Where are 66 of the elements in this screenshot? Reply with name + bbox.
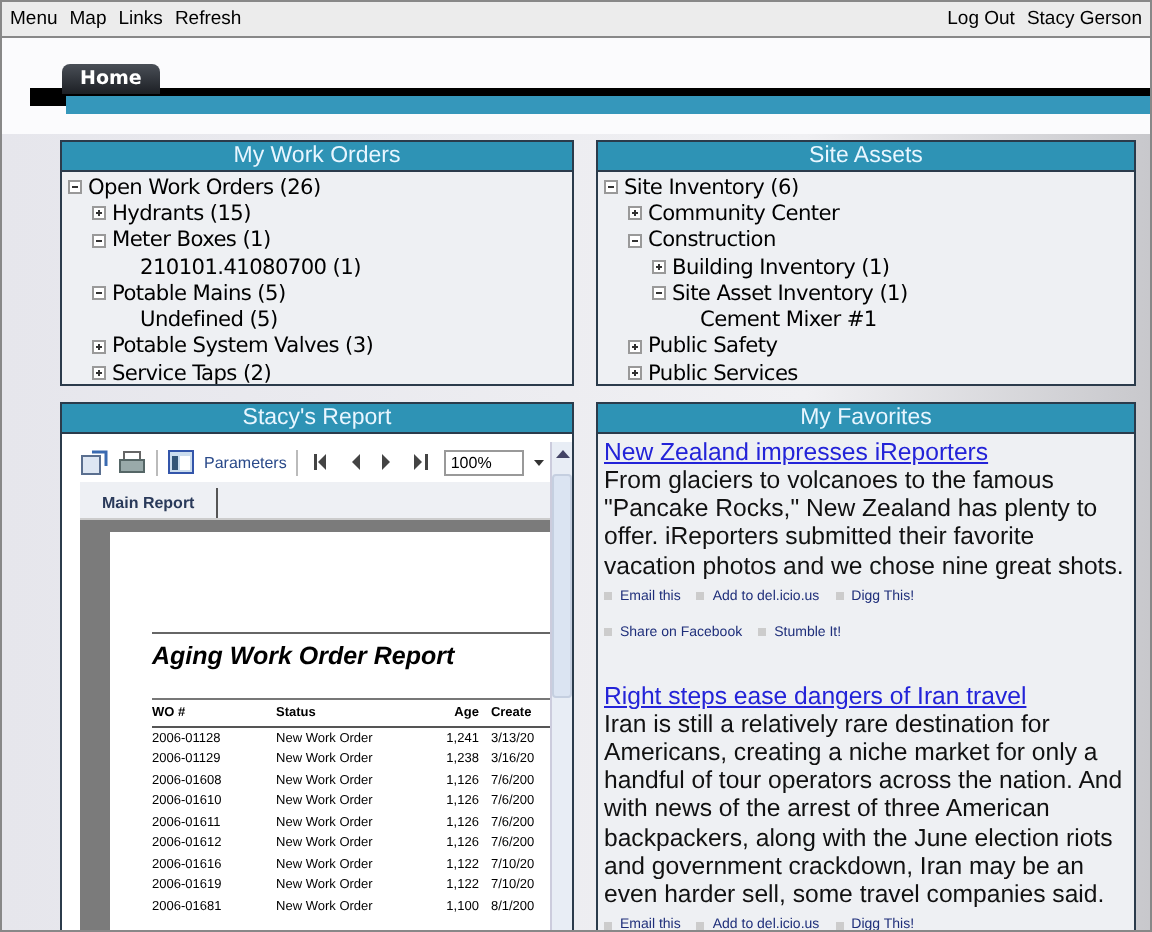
bullet-icon bbox=[696, 921, 705, 930]
bullet-icon bbox=[835, 592, 844, 601]
tree-item[interactable]: Meter Boxes (1) bbox=[112, 228, 271, 253]
menu-item[interactable]: Map bbox=[69, 8, 107, 30]
menu-item[interactable]: Refresh bbox=[174, 8, 242, 30]
next-page-icon[interactable] bbox=[382, 454, 393, 470]
collapse-icon[interactable] bbox=[652, 286, 666, 301]
tree-item[interactable]: Public Safety bbox=[648, 334, 778, 359]
collapse-icon[interactable] bbox=[628, 233, 642, 248]
headline-link[interactable]: New Zealand impresses iReporters bbox=[604, 438, 1128, 466]
tree-item[interactable]: Hydrants (15) bbox=[112, 201, 251, 226]
expand-icon[interactable] bbox=[628, 366, 642, 381]
export-icon[interactable] bbox=[80, 449, 108, 475]
collapse-icon[interactable] bbox=[68, 180, 82, 195]
panel-title: Stacy's Report bbox=[62, 404, 572, 434]
expand-icon[interactable] bbox=[92, 366, 106, 381]
tree-item[interactable]: Site Asset Inventory (1) bbox=[672, 281, 908, 306]
story-text: From glaciers to volcanoes to the famous "Pancake Rocks," New Zealand has plenty to offer. iReporters submitted their favorite vacation photos and we chose nine great shots. bbox=[604, 466, 1126, 580]
tree-item[interactable]: Community Center bbox=[648, 201, 840, 226]
bullet-icon bbox=[604, 628, 612, 637]
bullet-icon bbox=[758, 628, 767, 637]
menu-item[interactable]: Links bbox=[118, 8, 163, 30]
menu-item[interactable]: Menu bbox=[10, 8, 58, 30]
tree-item[interactable]: Potable System Valves (3) bbox=[112, 334, 374, 359]
panel-title: Site Assets bbox=[598, 142, 1134, 172]
headline-link[interactable]: Right steps ease dangers of Iran travel bbox=[604, 681, 1128, 710]
menu-item[interactable]: Stacy Gerson bbox=[1026, 8, 1142, 30]
scrollbar[interactable] bbox=[550, 442, 572, 930]
scroll-thumb[interactable] bbox=[552, 474, 572, 698]
tree-item[interactable]: Building Inventory (1) bbox=[672, 255, 890, 280]
panel-title: My Favorites bbox=[598, 404, 1134, 434]
tree-item[interactable]: Undefined (5) bbox=[140, 308, 278, 333]
menu-item[interactable]: Log Out bbox=[947, 8, 1015, 30]
expand-icon[interactable] bbox=[652, 260, 666, 275]
dropdown-caret-icon[interactable] bbox=[534, 459, 545, 465]
expand-icon[interactable] bbox=[628, 206, 642, 221]
tree-item[interactable]: Public Services bbox=[648, 361, 798, 384]
bullet-icon bbox=[604, 592, 612, 601]
parameters-button[interactable]: Parameters bbox=[204, 453, 287, 471]
zoom-field[interactable]: 100% bbox=[444, 449, 525, 475]
expand-icon[interactable] bbox=[92, 206, 106, 221]
first-page-icon[interactable] bbox=[314, 454, 329, 470]
tree-item[interactable]: Cement Mixer #1 bbox=[700, 308, 877, 333]
bullet-icon bbox=[604, 921, 612, 930]
tree-item[interactable]: Site Inventory (6) bbox=[624, 175, 799, 200]
bullet-icon bbox=[835, 921, 844, 930]
tree-item[interactable]: Potable Mains (5) bbox=[112, 281, 286, 306]
parameters-icon[interactable] bbox=[168, 450, 194, 474]
collapse-icon[interactable] bbox=[604, 180, 618, 195]
report-heading: Aging Work Order Report bbox=[152, 632, 550, 700]
scroll-up-icon[interactable] bbox=[555, 450, 569, 458]
collapse-icon[interactable] bbox=[92, 286, 106, 301]
tree-item[interactable]: Open Work Orders (26) bbox=[88, 175, 321, 200]
print-icon[interactable] bbox=[118, 450, 146, 474]
bullet-icon bbox=[696, 592, 705, 601]
tree-item[interactable]: Construction bbox=[648, 228, 776, 253]
expand-icon[interactable] bbox=[92, 339, 106, 354]
story-text: Iran is still a relatively rare destination for Americans, creating a niche market for only a handful of tour operators across the nation. And with news of the arrest of three American backpackers, along with the June election riots and government crackdown, Iran may be an even harder sell, some travel companies said. bbox=[604, 709, 1125, 909]
collapse-icon[interactable] bbox=[92, 233, 106, 248]
last-page-icon[interactable] bbox=[414, 454, 429, 470]
tree-item[interactable]: Service Taps (2) bbox=[112, 361, 272, 384]
home-tab[interactable]: Home bbox=[62, 64, 160, 94]
expand-icon[interactable] bbox=[628, 339, 642, 354]
tree-item[interactable]: 210101.41080700 (1) bbox=[140, 255, 361, 280]
previous-page-icon[interactable] bbox=[350, 454, 361, 470]
panel-title: My Work Orders bbox=[62, 142, 572, 172]
